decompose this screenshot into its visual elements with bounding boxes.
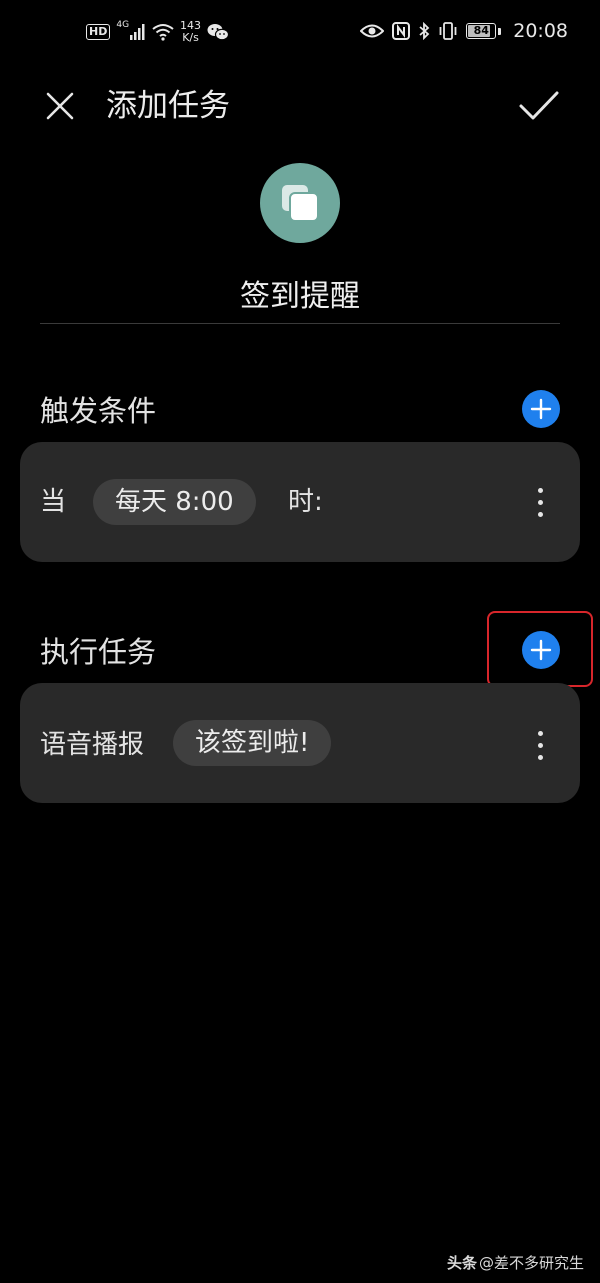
task-icon-button[interactable] xyxy=(260,163,340,243)
clock: 20:08 xyxy=(513,20,568,42)
trigger-card[interactable]: 当 每天 8:00 时: xyxy=(20,442,580,562)
action-value-chip[interactable]: 该签到啦! xyxy=(173,720,332,766)
status-right: 84 20:08 xyxy=(360,20,568,42)
watermark: 头条 @差不多研究生 xyxy=(447,1252,584,1273)
plus-icon xyxy=(530,398,552,420)
status-bar: HD 4G 143 K/s 84 20:08 xyxy=(0,0,600,70)
network-type-label: 4G xyxy=(116,20,130,30)
trigger-suffix: 时: xyxy=(288,487,323,517)
network-speed: 143 K/s xyxy=(180,20,201,44)
watermark-handle: @差不多研究生 xyxy=(478,1254,584,1272)
signal-icon xyxy=(130,24,145,40)
battery-level: 84 xyxy=(473,24,489,37)
more-dot xyxy=(537,742,543,748)
wechat-icon xyxy=(207,24,230,41)
action-label: 语音播报 xyxy=(40,730,145,760)
battery-icon: 84 xyxy=(466,23,497,39)
trigger-more-button[interactable] xyxy=(526,482,554,522)
page-title: 添加任务 xyxy=(106,88,230,124)
divider xyxy=(40,323,560,324)
wifi-icon xyxy=(152,24,174,41)
eye-icon xyxy=(360,24,385,38)
highlight-box xyxy=(487,611,593,687)
nfc-icon xyxy=(392,22,411,40)
add-trigger-button[interactable] xyxy=(522,390,560,428)
check-icon xyxy=(519,91,559,120)
trigger-prefix: 当 xyxy=(40,487,67,517)
status-left: HD 4G 143 K/s xyxy=(86,20,230,44)
speed-unit: K/s xyxy=(182,31,199,44)
top-bar: 添加任务 xyxy=(0,70,600,142)
action-section-title: 执行任务 xyxy=(40,635,157,669)
trigger-section-title: 触发条件 xyxy=(40,394,157,428)
trigger-condition-chip[interactable]: 每天 8:00 xyxy=(93,479,256,525)
watermark-brand: 头条 xyxy=(446,1254,477,1272)
copy-icon xyxy=(282,185,319,222)
bluetooth-icon xyxy=(419,22,430,40)
action-card[interactable]: 语音播报 该签到啦! xyxy=(20,683,580,803)
vibrate-icon xyxy=(439,22,457,40)
battery-tip xyxy=(498,27,502,35)
task-name-input[interactable]: 签到提醒 xyxy=(40,272,560,322)
close-button[interactable] xyxy=(38,84,82,128)
more-dot xyxy=(537,730,543,736)
confirm-button[interactable] xyxy=(514,82,564,130)
more-dot xyxy=(537,754,543,760)
action-more-button[interactable] xyxy=(526,725,554,765)
hd-icon: HD xyxy=(86,24,111,40)
more-dot xyxy=(537,511,543,517)
more-dot xyxy=(537,487,543,493)
close-icon xyxy=(46,92,74,120)
more-dot xyxy=(537,499,543,505)
